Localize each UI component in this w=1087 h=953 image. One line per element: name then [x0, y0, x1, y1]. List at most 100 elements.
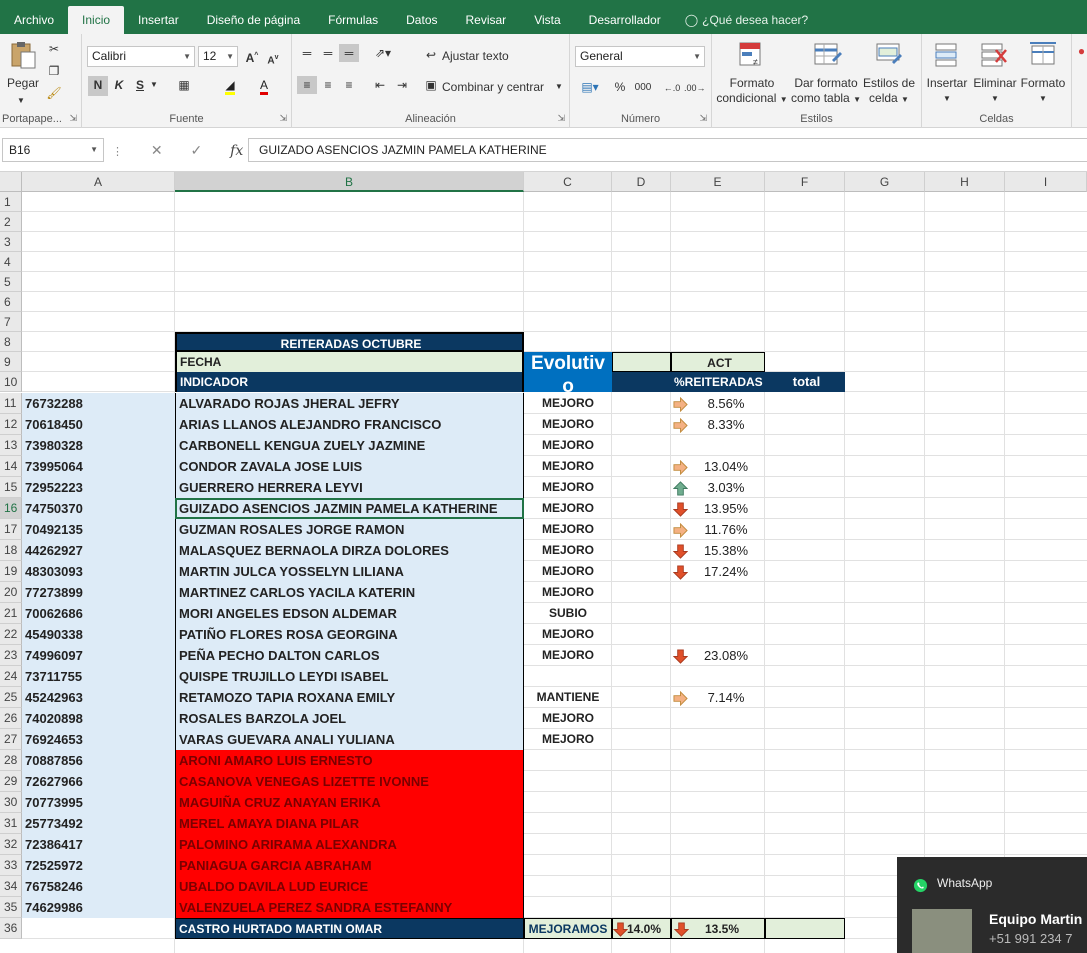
row-status-cell[interactable] [524, 792, 612, 813]
row-status-cell[interactable]: MEJORO [524, 582, 612, 603]
evolutivo-header[interactable]: Evolutiv o [524, 352, 612, 392]
row-id-cell[interactable]: 70618450 [22, 414, 175, 435]
dialog-launcher-icon[interactable]: ⇲ [557, 113, 565, 124]
delete-button[interactable]: Eliminar [970, 76, 1020, 91]
row-pct-cell[interactable] [671, 729, 765, 750]
row-id-cell[interactable]: 74996097 [22, 645, 175, 666]
row-status-cell[interactable]: MANTIENE [524, 687, 612, 708]
accounting-icon[interactable]: ▤▾ [576, 78, 604, 96]
row-header[interactable]: 11 [0, 393, 22, 414]
row-name-cell[interactable]: ROSALES BARZOLA JOEL [175, 708, 524, 729]
row-header[interactable]: 21 [0, 603, 22, 624]
row-status-cell[interactable]: MEJORO [524, 708, 612, 729]
row-header[interactable]: 14 [0, 456, 22, 477]
formula-input[interactable]: GUIZADO ASENCIOS JAZMIN PAMELA KATHERINE [248, 138, 1087, 162]
row-header[interactable]: 10 [0, 372, 22, 392]
row-name-cell[interactable]: UBALDO DAVILA LUD EURICE [175, 876, 524, 897]
row-pct-cell[interactable]: 11.76% [671, 519, 765, 540]
row-id-cell[interactable]: 76924653 [22, 729, 175, 750]
align-left-icon[interactable]: ≡ [297, 76, 317, 94]
row-header[interactable]: 1 [0, 192, 22, 212]
dialog-launcher-icon[interactable]: ⇲ [69, 113, 77, 124]
tab-diseño-de-página[interactable]: Diseño de página [193, 6, 314, 34]
column-header-f[interactable]: F [765, 172, 845, 192]
reiteradas-header[interactable]: %REITERADAS [671, 372, 765, 392]
chevron-down-icon[interactable]: ▼ [149, 76, 159, 94]
column-header-i[interactable]: I [1005, 172, 1087, 192]
row-id-cell[interactable]: 70773995 [22, 792, 175, 813]
row-header[interactable]: 33 [0, 855, 22, 876]
fill-color-icon[interactable]: ◢ [220, 76, 240, 95]
row-pct-cell[interactable] [671, 876, 765, 897]
row-header[interactable]: 6 [0, 292, 22, 312]
row-name-cell[interactable]: GUERRERO HERRERA LEYVI [175, 477, 524, 498]
row-status-cell[interactable] [524, 834, 612, 855]
row-pct-cell[interactable] [671, 603, 765, 624]
column-header-d[interactable]: D [612, 172, 671, 192]
row-name-cell[interactable]: MAGUIÑA CRUZ ANAYAN ERIKA [175, 792, 524, 813]
row-id-cell[interactable]: 77273899 [22, 582, 175, 603]
insert-function-icon[interactable]: fx [230, 143, 243, 159]
select-all-corner[interactable] [0, 172, 22, 192]
format-painter-icon[interactable]: 🖌 [46, 84, 62, 102]
copy-icon[interactable]: ❐ [46, 62, 62, 80]
increase-indent-icon[interactable]: ⇥ [392, 76, 412, 94]
row-status-cell[interactable]: MEJORO [524, 435, 612, 456]
row-id-cell[interactable]: 72627966 [22, 771, 175, 792]
increase-decimal-icon[interactable]: ←.0 [662, 79, 682, 97]
row-pct-cell[interactable] [671, 750, 765, 771]
chevron-down-icon[interactable]: ▼ [554, 78, 564, 96]
align-bottom-icon[interactable]: ═ [339, 44, 359, 62]
row-status-cell[interactable] [524, 897, 612, 918]
chevron-down-icon[interactable]: ▼ [1018, 91, 1068, 106]
orientation-icon[interactable]: ⇗▾ [370, 44, 396, 62]
row-header[interactable]: 2 [0, 212, 22, 232]
row-id-cell[interactable]: 74020898 [22, 708, 175, 729]
chevron-down-icon[interactable]: ▼ [922, 91, 972, 106]
tab-datos[interactable]: Datos [392, 6, 451, 34]
cell-styles-icon[interactable] [874, 40, 904, 70]
cond-format-button-line2[interactable]: condicional ▼ [714, 91, 790, 107]
row-id-cell[interactable]: 44262927 [22, 540, 175, 561]
row-header[interactable]: 17 [0, 519, 22, 540]
format-table-button[interactable]: Dar formato [790, 76, 862, 91]
paste-icon[interactable] [8, 40, 38, 70]
enter-icon[interactable]: ✓ [191, 142, 203, 158]
footer-d-cell[interactable]: 14.0% [612, 918, 671, 939]
row-name-cell[interactable]: ALVARADO ROJAS JHERAL JEFRY [175, 393, 524, 414]
fecha-cell[interactable]: FECHA [175, 352, 524, 372]
row-header[interactable]: 7 [0, 312, 22, 332]
align-top-icon[interactable]: ═ [297, 44, 317, 62]
row-status-cell[interactable]: MEJORO [524, 393, 612, 414]
conditional-format-icon[interactable]: ≠ [736, 40, 766, 70]
row-pct-cell[interactable] [671, 708, 765, 729]
row-header[interactable]: 35 [0, 897, 22, 918]
paste-dropdown-icon[interactable]: ▼ [14, 93, 28, 108]
dialog-launcher-icon[interactable]: ⇲ [699, 113, 707, 124]
row-pct-cell[interactable]: 8.56% [671, 393, 765, 414]
whatsapp-notification[interactable]: WhatsApp Equipo Martin +51 991 234 7 [897, 857, 1087, 953]
row-header[interactable]: 18 [0, 540, 22, 561]
format-button[interactable]: Formato [1018, 76, 1068, 91]
row-name-cell[interactable]: PEÑA PECHO DALTON CARLOS [175, 645, 524, 666]
format-cells-icon[interactable] [1028, 40, 1058, 70]
row-name-cell[interactable]: QUISPE TRUJILLO LEYDI ISABEL [175, 666, 524, 687]
bold-button[interactable]: N [88, 76, 108, 96]
row-pct-cell[interactable]: 13.95% [671, 498, 765, 519]
row-pct-cell[interactable] [671, 897, 765, 918]
row-id-cell[interactable]: 73980328 [22, 435, 175, 456]
row-name-cell[interactable]: GUIZADO ASENCIOS JAZMIN PAMELA KATHERINE [175, 498, 524, 519]
row-id-cell[interactable]: 73995064 [22, 456, 175, 477]
row-name-cell[interactable]: VARAS GUEVARA ANALI YULIANA [175, 729, 524, 750]
row-name-cell[interactable]: ARIAS LLANOS ALEJANDRO FRANCISCO [175, 414, 524, 435]
row-pct-cell[interactable] [671, 792, 765, 813]
cond-format-button[interactable]: Formato [714, 76, 790, 91]
underline-button[interactable]: S [132, 76, 148, 94]
row-status-cell[interactable]: MEJORO [524, 645, 612, 666]
row-id-cell[interactable]: 45242963 [22, 687, 175, 708]
column-header-e[interactable]: E [671, 172, 765, 192]
row-id-cell[interactable]: 70492135 [22, 519, 175, 540]
row-status-cell[interactable]: MEJORO [524, 519, 612, 540]
row-status-cell[interactable] [524, 876, 612, 897]
cell-styles-button-line2[interactable]: celda ▼ [860, 91, 918, 107]
